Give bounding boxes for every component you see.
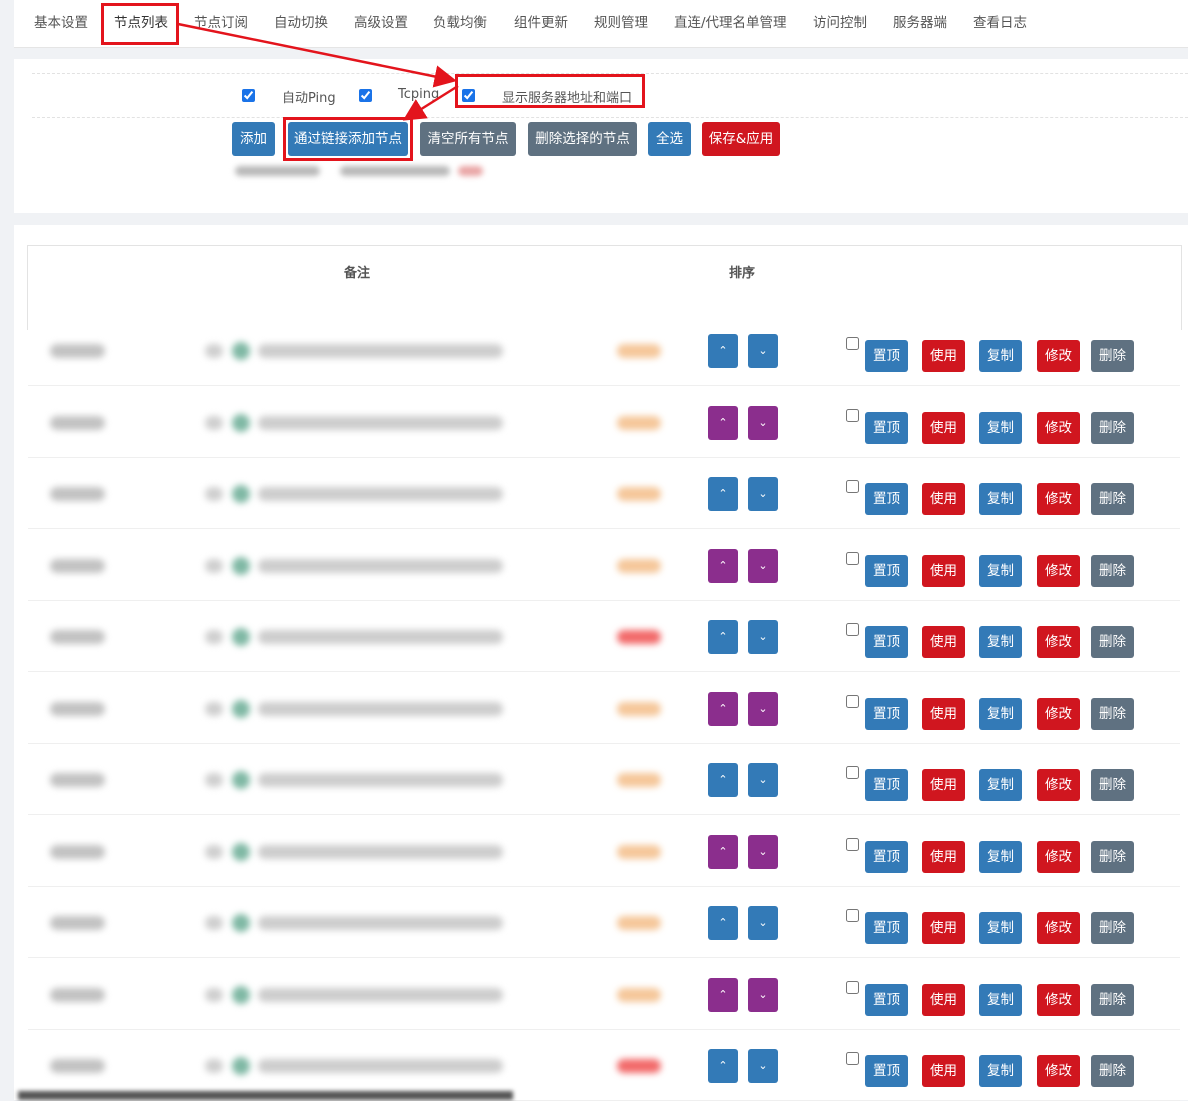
annotation-arrow [177, 22, 457, 88]
annotation-arrows [177, 22, 459, 121]
annotation-arrow [402, 84, 459, 121]
